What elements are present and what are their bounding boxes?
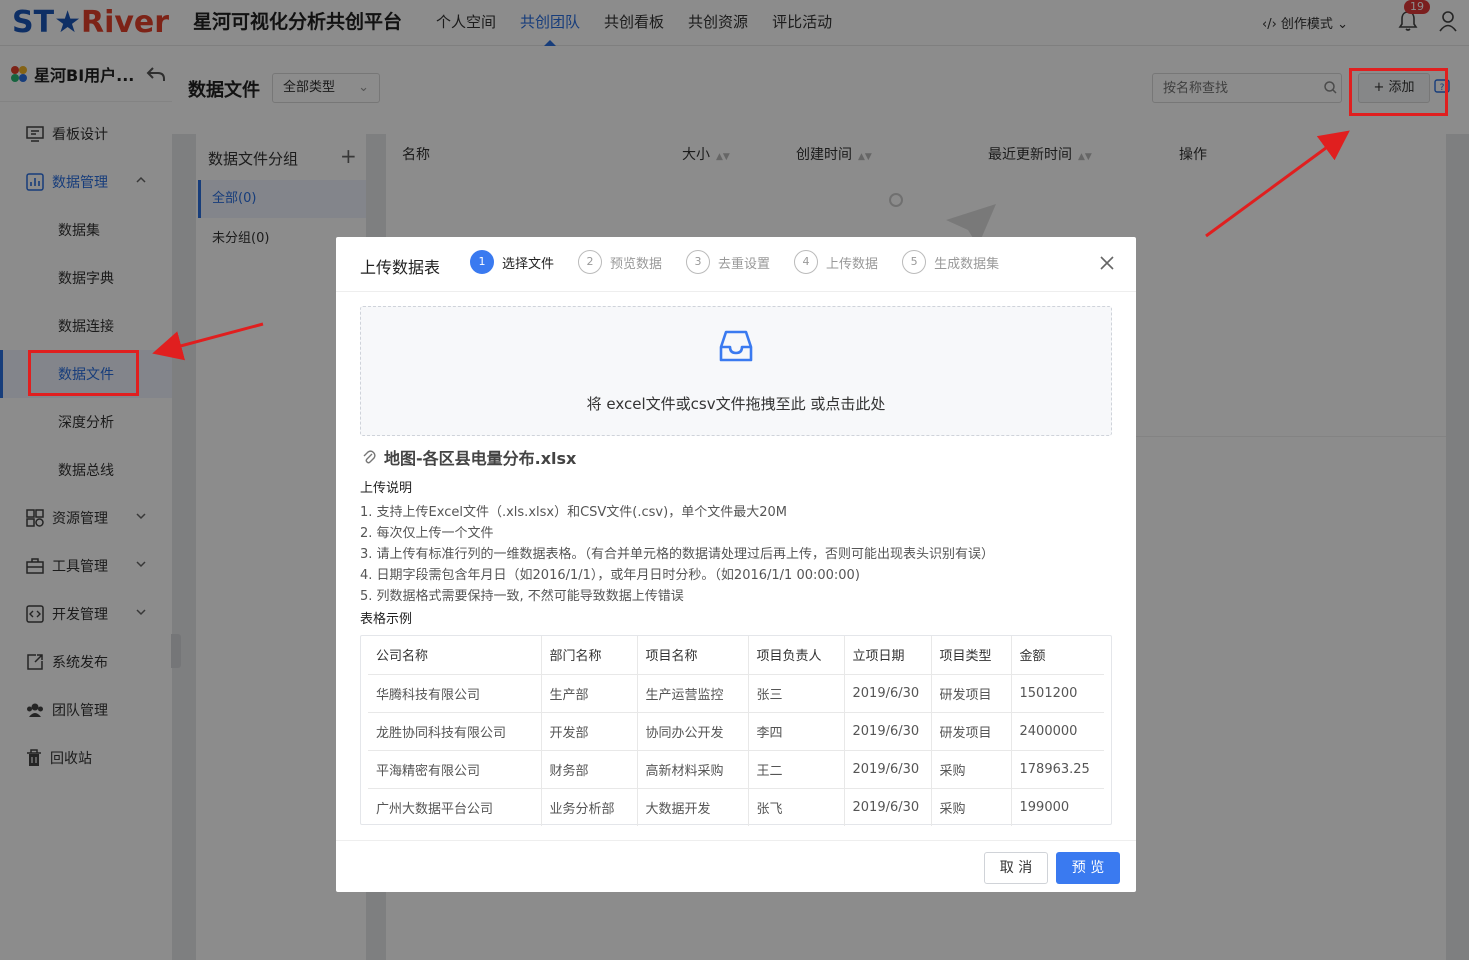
file-name: 地图-各区县电量分布.xlsx [384,449,577,468]
table-cell: 178963.25 [1011,750,1104,789]
table-cell: 生产部 [541,674,638,713]
modal-footer: 取 消 预 览 [336,840,1136,892]
table-cell: 2019/6/30 [844,674,932,713]
table-cell: 王二 [748,750,845,789]
sample-header-cell: 公司名称 [368,636,542,675]
selected-file[interactable]: 地图-各区县电量分布.xlsx [362,445,576,469]
instruction-line: 4. 日期字段需包含年月日（如2016/1/1），或年月日时分秒。（如2016/… [360,568,860,583]
step-generate-dataset: 5 生成数据集 [902,249,999,275]
table-cell: 1501200 [1011,674,1104,713]
table-cell: 采购 [931,788,1012,826]
table-cell: 财务部 [541,750,638,789]
sample-header-cell: 部门名称 [541,636,638,675]
table-row: 龙胜协同科技有限公司 开发部 协同办公开发 李四 2019/6/30 研发项目 … [368,712,1104,751]
table-cell: 平海精密有限公司 [368,750,542,789]
modal-title: 上传数据表 [360,258,441,277]
table-cell: 研发项目 [931,712,1012,751]
instruction-line: 2. 每次仅上传一个文件 [360,526,494,541]
table-cell: 生产运营监控 [637,674,749,713]
close-icon[interactable] [1100,256,1114,270]
modal-header: 上传数据表 1 选择文件 2 预览数据 3 去重设置 4 上传数据 5 生成数据集 [336,237,1136,292]
upload-modal: 上传数据表 1 选择文件 2 预览数据 3 去重设置 4 上传数据 5 生成数据集 将 e… [336,237,1136,892]
cancel-button[interactable]: 取 消 [984,852,1048,884]
sample-header-cell: 项目类型 [931,636,1012,675]
file-dropzone[interactable]: 将 excel文件或csv文件拖拽至此 或点击此处 [360,306,1112,436]
table-row: 广州大数据平台公司 业务分析部 大数据开发 张飞 2019/6/30 采购 19… [368,788,1104,826]
table-cell: 张飞 [748,788,845,826]
upload-instructions-title: 上传说明 [360,481,413,496]
inbox-icon [719,330,753,362]
step-select-file: 1 选择文件 [470,249,554,275]
instruction-line: 5. 列数据格式需要保持一致, 不然可能导致数据上传错误 [360,589,684,604]
sample-table: 公司名称 部门名称 项目名称 项目负责人 立项日期 项目类型 金额 华腾科技有限… [360,635,1112,826]
arrow-to-add [1205,130,1350,238]
table-cell: 广州大数据平台公司 [368,788,542,826]
table-row: 华腾科技有限公司 生产部 生产运营监控 张三 2019/6/30 研发项目 15… [368,674,1104,713]
step-upload-data: 4 上传数据 [794,249,878,275]
step-dedupe-settings: 3 去重设置 [686,249,770,275]
table-cell: 业务分析部 [541,788,638,826]
table-cell: 开发部 [541,712,638,751]
upload-instructions: 1. 支持上传Excel文件（.xls.xlsx）和CSV文件(.csv)，单个… [360,502,994,607]
sample-header-cell: 立项日期 [844,636,932,675]
table-cell: 2400000 [1011,712,1104,751]
instruction-line: 1. 支持上传Excel文件（.xls.xlsx）和CSV文件(.csv)，单个… [360,505,787,520]
sample-header-cell: 项目负责人 [748,636,845,675]
table-cell: 协同办公开发 [637,712,749,751]
table-cell: 2019/6/30 [844,750,932,789]
step-preview-data: 2 预览数据 [578,249,662,275]
table-row: 平海精密有限公司 财务部 高新材料采购 王二 2019/6/30 采购 1789… [368,750,1104,789]
table-cell: 高新材料采购 [637,750,749,789]
table-cell: 199000 [1019,799,1070,815]
dropzone-text: 将 excel文件或csv文件拖拽至此 或点击此处 [586,395,886,413]
arrow-to-data-file [152,322,264,361]
sample-header-cell: 金额 [1011,636,1104,675]
instruction-line: 3. 请上传有标准行列的一维数据表格。（有合并单元格的数据请处理过后再上传，否则… [360,547,995,562]
paperclip-icon [363,450,376,464]
preview-button[interactable]: 预 览 [1056,852,1120,884]
table-cell: 研发项目 [931,674,1012,713]
table-cell: 张三 [748,674,845,713]
table-cell: 2019/6/30 [844,788,932,826]
table-cell: 大数据开发 [637,788,749,826]
table-cell: 龙胜协同科技有限公司 [368,712,542,751]
table-cell: 华腾科技有限公司 [368,674,542,713]
upload-steps: 1 选择文件 2 预览数据 3 去重设置 4 上传数据 5 生成数据集 [470,249,1023,275]
table-cell: 李四 [748,712,845,751]
sample-header-row: 公司名称 部门名称 项目名称 项目负责人 立项日期 项目类型 金额 [368,636,1104,675]
table-cell: 采购 [931,750,1012,789]
sample-header-cell: 项目名称 [637,636,749,675]
sample-table-title: 表格示例 [360,612,413,627]
table-cell: 2019/6/30 [844,712,932,751]
